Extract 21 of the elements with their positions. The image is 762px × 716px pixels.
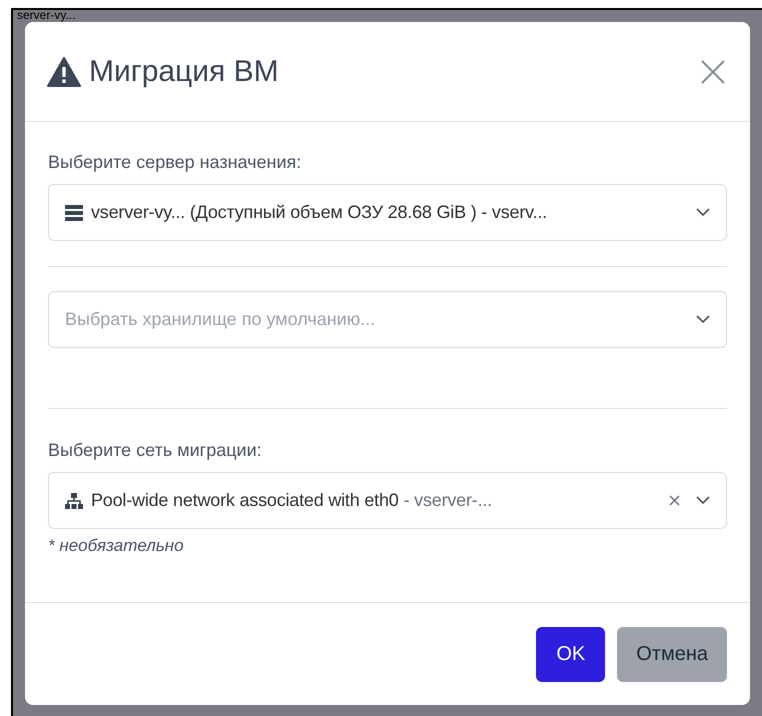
select-field[interactable]: Pool-wide network associated with eth0 - vserver-...: [48, 472, 727, 529]
selected-value: Pool-wide network associated with eth0: [91, 489, 399, 512]
close-icon: [701, 60, 725, 84]
select-placeholder: Выбрать хранилище по умолчанию...: [65, 308, 376, 331]
ok-button[interactable]: OK: [536, 626, 606, 682]
warning-icon: [47, 56, 81, 86]
cancel-button[interactable]: Отмена: [617, 626, 727, 682]
field-label: Выберите сеть миграции:: [48, 439, 263, 462]
value-detail: - vserver-...: [404, 489, 492, 512]
server-icon: [65, 204, 83, 220]
selected-value: vserver-vy... (Доступный объем ОЗУ 28.68 GiB ) - vserv...: [91, 201, 547, 224]
chevron-down-icon: [696, 208, 710, 217]
dialog-title: Миграция ВМ: [89, 54, 279, 90]
hint-text: * необязательно: [48, 535, 185, 557]
network-icon: [65, 492, 83, 508]
background-text: server-vy...: [17, 10, 76, 21]
chevron-down-icon: [696, 315, 710, 324]
select-field[interactable]: vserver-vy... (Доступный объем ОЗУ 28.68 GiB ) - vserv...: [48, 184, 727, 241]
clear-icon[interactable]: [669, 495, 680, 506]
chevron-down-icon: [696, 496, 710, 505]
field-label: Выберите сервер назначения:: [48, 151, 302, 174]
